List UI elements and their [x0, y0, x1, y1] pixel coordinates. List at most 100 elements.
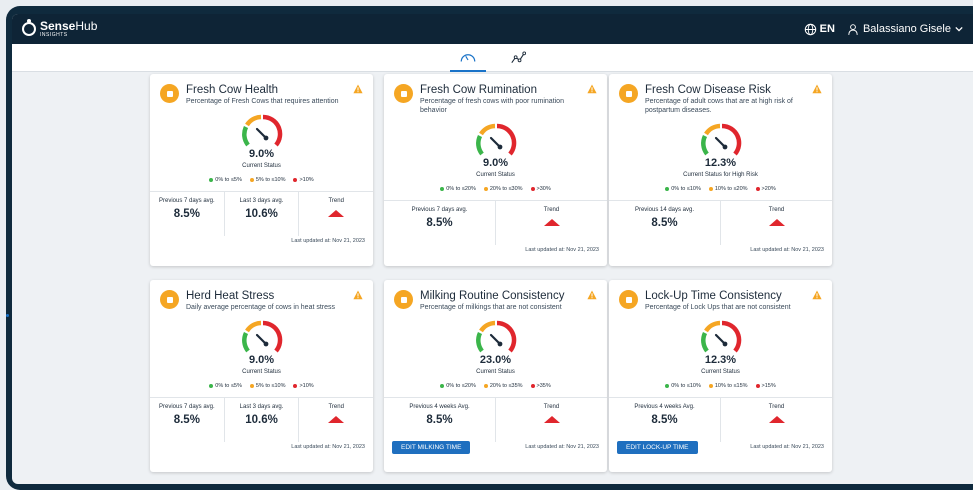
trend-up-icon — [768, 219, 785, 226]
kpi-card[interactable]: Milking Routine Consistency Percentage o… — [384, 280, 607, 472]
status-label: Current Status — [476, 369, 515, 375]
stat-label: Previous 7 days avg. — [158, 404, 215, 410]
status-gauge — [475, 320, 516, 353]
legend-item: 10% to ≤15% — [708, 383, 748, 389]
warning-icon[interactable] — [587, 290, 597, 300]
edit-time-button[interactable]: EDIT LOCK-UP TIME — [617, 440, 698, 454]
status-label: Current Status — [476, 172, 515, 178]
legend-label: 10% to ≤20% — [714, 186, 748, 192]
last-updated: Last updated at: Nov 21, 2023 — [525, 444, 599, 450]
status-label: Current Status — [242, 163, 281, 169]
kpi-card[interactable]: Fresh Cow Health Percentage of Fresh Cow… — [150, 74, 373, 266]
logo-main: Sense — [40, 18, 76, 33]
trend-up-icon — [768, 416, 785, 423]
stat-label: Trend — [768, 404, 785, 410]
first-aid-icon — [160, 84, 179, 103]
kpi-card[interactable]: Herd Heat Stress Daily average percentag… — [150, 280, 373, 472]
card-subtitle: Percentage of adult cows that are at hig… — [645, 98, 793, 114]
medical-bag-icon — [619, 84, 638, 103]
stats-row: Previous 14 days avg. 8.5% Trend — [609, 200, 832, 245]
legend-label: >35% — [536, 383, 551, 389]
threshold-legend: 0% to ≤20% 20% to ≤35% >35% — [384, 383, 607, 389]
stat-label: Trend — [328, 198, 344, 204]
legend-item: >20% — [755, 186, 776, 192]
language-selector[interactable]: EN — [804, 23, 835, 36]
top-bar: SenseHub INSIGHTS EN Balassiano Gisele — [12, 14, 973, 44]
card-title: Herd Heat Stress — [186, 290, 275, 302]
trend-line-icon — [510, 50, 526, 63]
stat-cell: Trend — [299, 398, 373, 442]
stat-label: Trend — [543, 404, 560, 410]
tab-trends[interactable] — [500, 44, 536, 72]
kpi-card[interactable]: Fresh Cow Rumination Percentage of fresh… — [384, 74, 607, 266]
thermometer-icon — [160, 290, 179, 309]
legend-item: 5% to ≤10% — [249, 383, 286, 389]
current-value: 12.3% — [704, 354, 737, 366]
stat-cell: Previous 4 weeks Avg. 8.5% — [609, 398, 721, 442]
user-menu[interactable]: Balassiano Gisele — [847, 23, 963, 36]
warning-icon[interactable] — [812, 84, 822, 94]
legend-label: >30% — [536, 186, 551, 192]
legend-item: >10% — [293, 383, 314, 389]
legend-label: 5% to ≤10% — [255, 383, 286, 389]
scroll-indicator — [6, 314, 9, 317]
kpi-card[interactable]: Lock-Up Time Consistency Percentage of L… — [609, 280, 832, 472]
kpi-card[interactable]: Fresh Cow Disease Risk Percentage of adu… — [609, 74, 832, 266]
edit-time-button[interactable]: EDIT MILKING TIME — [392, 440, 471, 454]
status-label: Current Status — [242, 369, 281, 375]
card-subtitle: Percentage of Fresh Cows that requires a… — [186, 98, 339, 105]
warning-icon[interactable] — [812, 290, 822, 300]
card-title: Fresh Cow Health — [186, 84, 279, 96]
card-title: Fresh Cow Rumination — [420, 84, 537, 96]
card-footer: Last updated at: Nov 21, 2023 — [150, 442, 373, 458]
stat-label: Last 3 days avg. — [239, 198, 284, 204]
card-subtitle: Percentage of Lock Ups that are not cons… — [645, 304, 791, 311]
legend-label: 0% to ≤10% — [671, 383, 701, 389]
legend-item: 20% to ≤30% — [483, 186, 523, 192]
tab-dashboard[interactable] — [449, 44, 486, 72]
stat-label: Previous 7 days avg. — [158, 198, 215, 204]
legend-item: 0% to ≤5% — [209, 177, 242, 183]
stat-cell: Trend — [721, 201, 832, 245]
status-label: Current Status for High Risk — [683, 172, 758, 178]
warning-icon[interactable] — [353, 290, 363, 300]
current-value: 9.0% — [248, 148, 275, 160]
trend-up-icon — [543, 416, 560, 423]
stats-row: Previous 7 days avg. 8.5% Trend — [384, 200, 607, 245]
card-footer: Last updated at: Nov 21, 2023 — [609, 245, 832, 261]
lockup-gate-icon — [619, 290, 638, 309]
app-logo[interactable]: SenseHub INSIGHTS — [22, 18, 97, 38]
stat-value: 8.5% — [426, 217, 453, 229]
view-tabs — [12, 44, 973, 72]
legend-label: 0% to ≤20% — [446, 186, 476, 192]
status-gauge — [475, 123, 516, 156]
legend-label: 20% to ≤30% — [489, 186, 523, 192]
stat-label: Trend — [768, 207, 785, 213]
last-updated: Last updated at: Nov 21, 2023 — [750, 247, 824, 253]
legend-label: 0% to ≤10% — [671, 186, 701, 192]
stat-label: Last 3 days avg. — [239, 404, 284, 410]
current-value: 23.0% — [479, 354, 512, 366]
warning-icon[interactable] — [587, 84, 597, 94]
warning-icon[interactable] — [353, 84, 363, 94]
current-value: 9.0% — [248, 354, 275, 366]
threshold-legend: 0% to ≤20% 20% to ≤30% >30% — [384, 186, 607, 192]
threshold-legend: 0% to ≤10% 10% to ≤20% >20% — [609, 186, 832, 192]
trend-up-icon — [543, 219, 560, 226]
stat-value: 10.6% — [245, 208, 278, 220]
stat-label: Previous 4 weeks Avg. — [409, 404, 470, 410]
stat-label: Previous 4 weeks Avg. — [634, 404, 695, 410]
stat-cell: Last 3 days avg. 10.6% — [225, 192, 300, 236]
stat-cell: Last 3 days avg. 10.6% — [225, 398, 300, 442]
stat-cell: Previous 7 days avg. 8.5% — [384, 201, 496, 245]
card-subtitle: Percentage of fresh cows with poor rumin… — [420, 98, 564, 114]
card-footer: EDIT LOCK-UP TIME Last updated at: Nov 2… — [609, 440, 832, 458]
legend-label: 0% to ≤5% — [215, 177, 242, 183]
status-gauge — [700, 123, 741, 156]
legend-label: 10% to ≤15% — [714, 383, 748, 389]
stat-cell: Previous 7 days avg. 8.5% — [150, 398, 225, 442]
speedometer-icon — [460, 53, 475, 62]
stat-value: 8.5% — [173, 208, 200, 220]
stat-cell: Previous 14 days avg. 8.5% — [609, 201, 721, 245]
threshold-legend: 0% to ≤10% 10% to ≤15% >15% — [609, 383, 832, 389]
